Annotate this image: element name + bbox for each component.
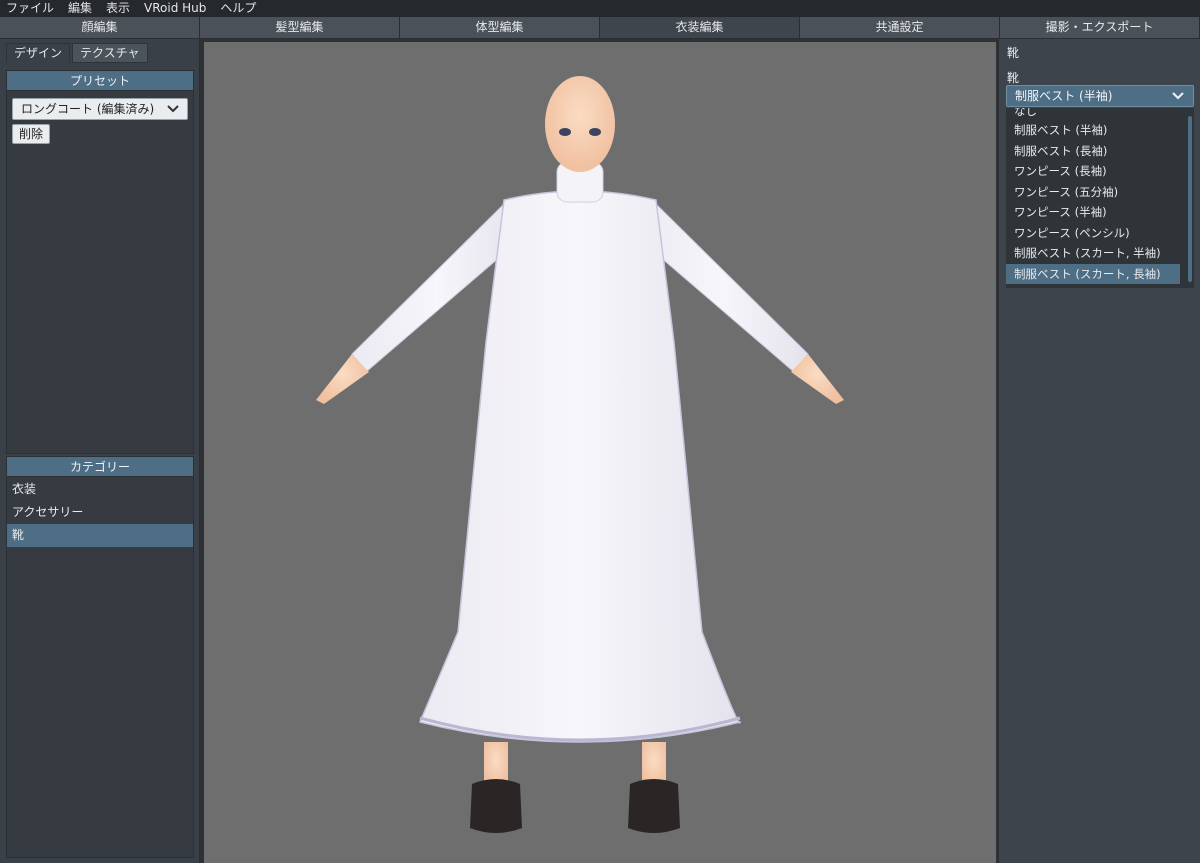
tab-hair[interactable]: 髪型編集 — [200, 17, 400, 39]
option-uniform-vest-long[interactable]: 制服ベスト (長袖) — [1006, 141, 1194, 162]
category-item-outfit[interactable]: 衣装 — [7, 478, 193, 501]
menu-bar: ファイル 編集 表示 VRoid Hub ヘルプ — [0, 0, 1200, 17]
preset-section: プリセット ロングコート (編集済み) 削除 — [6, 70, 194, 454]
tab-texture[interactable]: テクスチャ — [72, 43, 148, 63]
preset-header: プリセット — [7, 71, 193, 91]
tab-body[interactable]: 体型編集 — [400, 17, 600, 39]
chevron-down-icon — [167, 99, 179, 126]
category-header: カテゴリー — [7, 457, 193, 477]
option-onepiece-pencil[interactable]: ワンピース (ペンシル) — [1006, 223, 1194, 244]
menu-vroid-hub[interactable]: VRoid Hub — [144, 0, 206, 17]
sub-tabs: デザイン テクスチャ — [6, 43, 150, 63]
tab-face[interactable]: 顔編集 — [0, 17, 200, 39]
right-panel: 靴 靴 制服ベスト (半袖) なし 制服ベスト (半袖) 制服ベスト (長袖) … — [998, 39, 1200, 863]
option-onepiece-half[interactable]: ワンピース (五分袖) — [1006, 182, 1194, 203]
avatar-model — [316, 76, 844, 833]
tab-design[interactable]: デザイン — [6, 43, 71, 63]
option-onepiece-long[interactable]: ワンピース (長袖) — [1006, 161, 1194, 182]
shoes-dropdown-list: なし 制服ベスト (半袖) 制服ベスト (長袖) ワンピース (長袖) ワンピー… — [1006, 108, 1194, 288]
main-tabs: 顔編集 髪型編集 体型編集 衣装編集 共通設定 撮影・エクスポート — [0, 17, 1200, 39]
dropdown-scrollbar[interactable] — [1188, 116, 1192, 282]
shoes-dropdown-value: 制服ベスト (半袖) — [1015, 89, 1113, 103]
category-section: カテゴリー 衣装 アクセサリー 靴 — [6, 456, 194, 858]
option-uniform-vest-skirt-short[interactable]: 制服ベスト (スカート, 半袖) — [1006, 243, 1194, 264]
menu-file[interactable]: ファイル — [6, 0, 54, 17]
menu-edit[interactable]: 編集 — [68, 0, 92, 17]
menu-help[interactable]: ヘルプ — [220, 0, 256, 17]
shoes-label: 靴 — [1007, 71, 1020, 85]
delete-button[interactable]: 削除 — [12, 124, 51, 144]
option-uniform-vest-short[interactable]: 制服ベスト (半袖) — [1006, 120, 1194, 141]
preset-dropdown-value: ロングコート (編集済み) — [21, 102, 155, 116]
option-none[interactable]: なし — [1006, 108, 1194, 120]
tab-common-settings[interactable]: 共通設定 — [800, 17, 1000, 39]
preset-dropdown[interactable]: ロングコート (編集済み) — [12, 98, 188, 120]
panel-title: 靴 — [1007, 46, 1020, 60]
tab-photo-export[interactable]: 撮影・エクスポート — [1000, 17, 1200, 39]
option-onepiece-short[interactable]: ワンピース (半袖) — [1006, 202, 1194, 223]
tab-outfit[interactable]: 衣装編集 — [600, 17, 800, 39]
option-uniform-vest-skirt-long[interactable]: 制服ベスト (スカート, 長袖) — [1006, 263, 1180, 284]
3d-viewport[interactable] — [204, 42, 996, 863]
category-item-shoes[interactable]: 靴 — [7, 524, 193, 547]
shoes-dropdown[interactable]: 制服ベスト (半袖) — [1006, 85, 1194, 107]
category-item-accessory[interactable]: アクセサリー — [7, 501, 193, 524]
category-list: 衣装 アクセサリー 靴 — [7, 478, 193, 547]
left-panel: デザイン テクスチャ プリセット ロングコート (編集済み) 削除 カテゴリー … — [0, 39, 200, 863]
menu-view[interactable]: 表示 — [106, 0, 130, 17]
